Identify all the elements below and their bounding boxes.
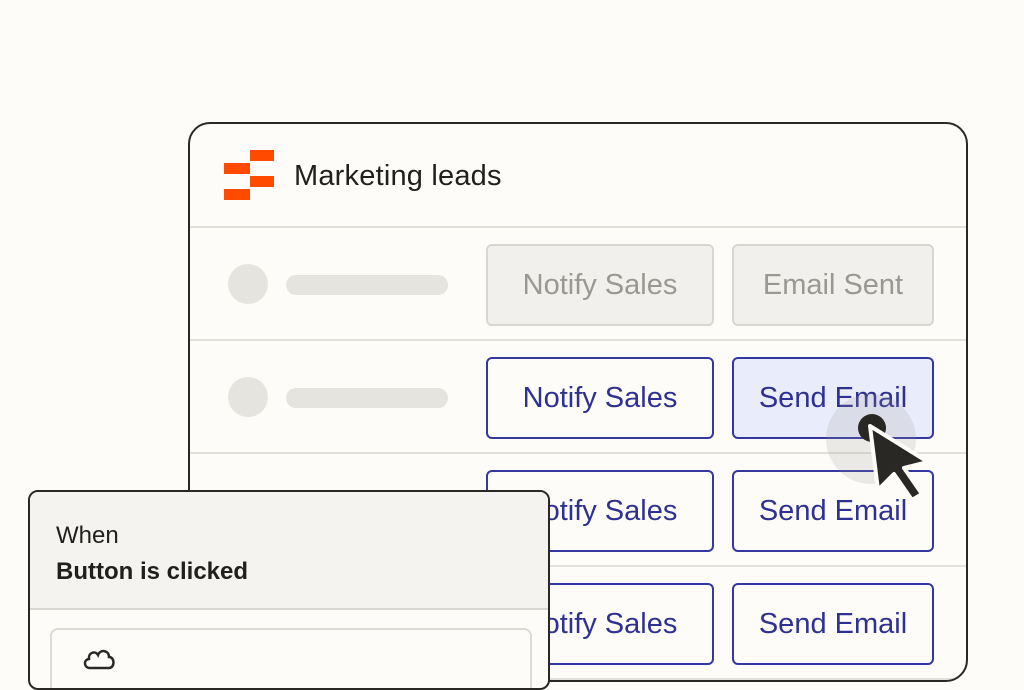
brand-logo-icon: [224, 150, 274, 200]
lead-row: Notify Sales Email Sent: [190, 228, 966, 341]
name-placeholder: [286, 275, 448, 295]
avatar-placeholder: [228, 377, 268, 417]
panel-title: Marketing leads: [294, 160, 502, 192]
notify-sales-button: Notify Sales: [486, 244, 714, 326]
arrow-pointer-icon: [858, 414, 930, 502]
name-placeholder: [286, 388, 448, 408]
notify-sales-button[interactable]: Notify Sales: [486, 357, 714, 439]
send-email-button[interactable]: Send Email: [732, 583, 934, 665]
avatar-placeholder: [228, 264, 268, 304]
cloud-icon: [83, 649, 115, 670]
trigger-event-label: Button is clicked: [56, 558, 249, 585]
panel-header: Marketing leads: [190, 124, 966, 228]
email-sent-button: Email Sent: [732, 244, 934, 326]
trigger-header: When Button is clicked: [30, 492, 548, 610]
when-label: When: [56, 522, 119, 549]
trigger-card[interactable]: When Button is clicked: [28, 490, 550, 690]
next-step-box[interactable]: [50, 628, 532, 688]
